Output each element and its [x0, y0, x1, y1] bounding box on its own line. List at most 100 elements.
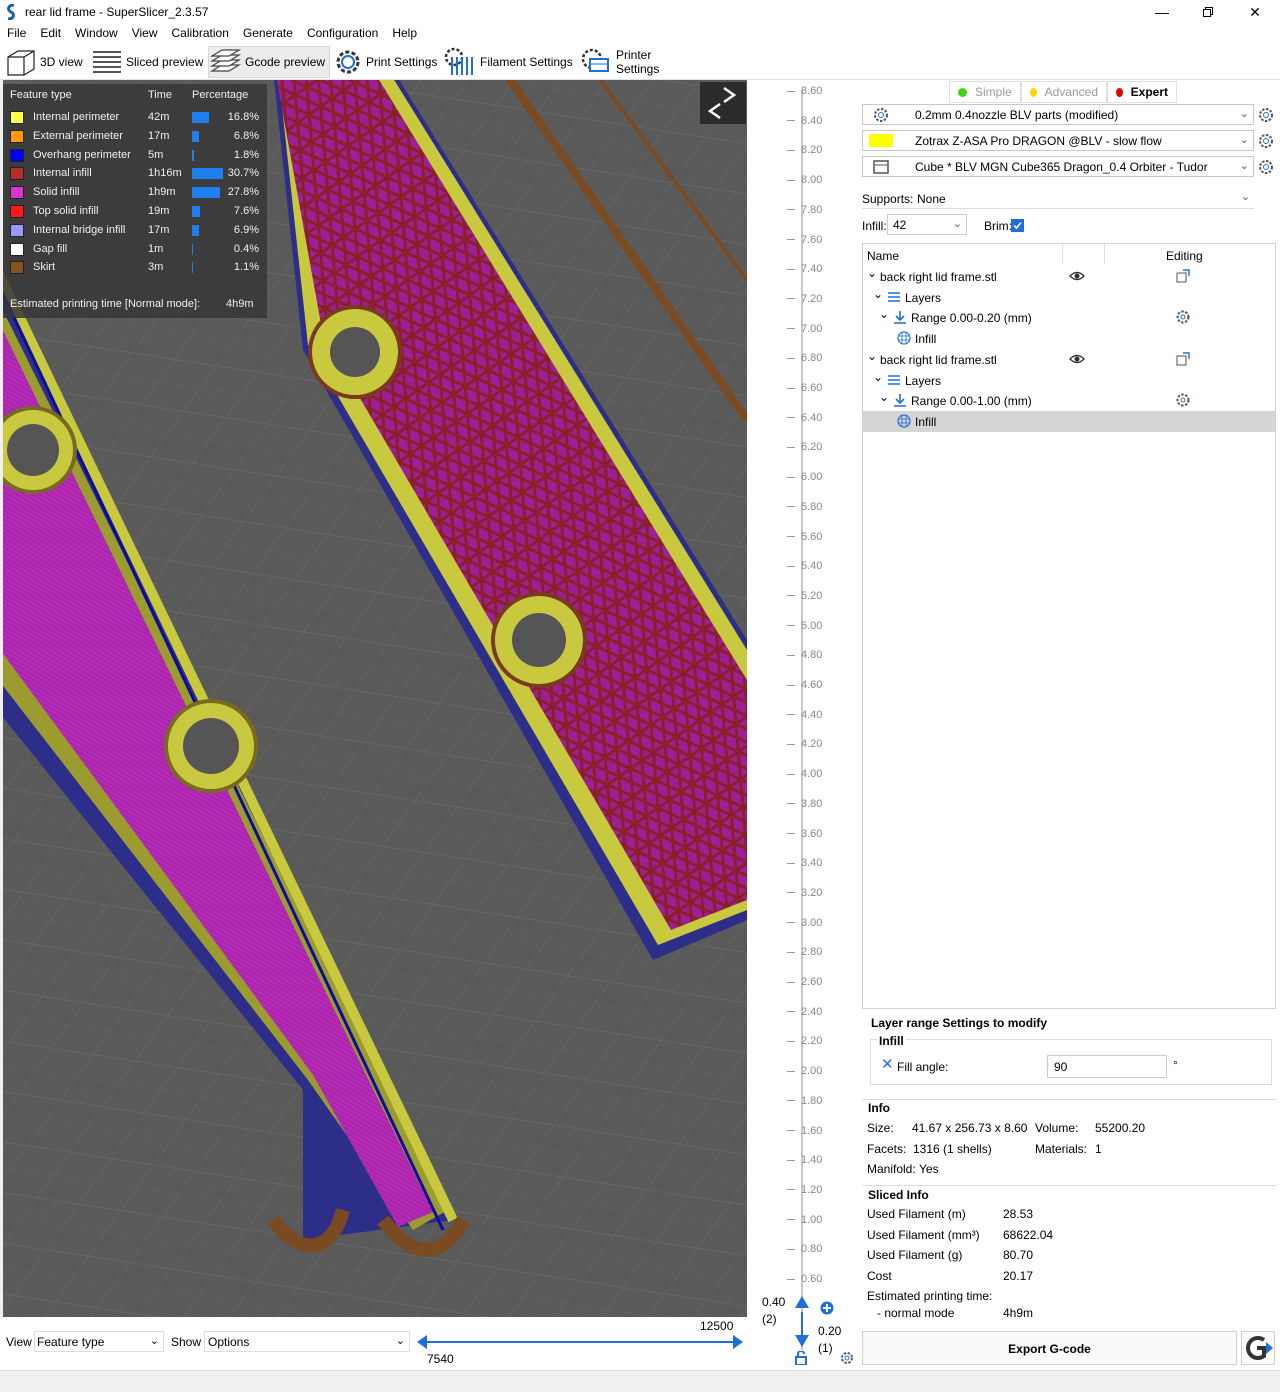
tick-value: 3.00: [801, 916, 823, 929]
mode-advanced-button[interactable]: Advanced: [1021, 81, 1107, 103]
tick-value: 5.60: [801, 530, 823, 543]
mode-simple-button[interactable]: Simple: [949, 81, 1021, 103]
view-type-select[interactable]: Feature type ⌄: [34, 1331, 164, 1352]
print-preset-combo[interactable]: 0.2mm 0.4nozzle BLV parts (modified) ⌄: [862, 104, 1254, 125]
tree-row[interactable]: ⌄ Range 0.00-0.20 (mm): [863, 307, 1275, 328]
chevron-down-icon: ⌄: [1239, 160, 1249, 172]
menu-configuration[interactable]: Configuration: [300, 26, 385, 40]
legend-row[interactable]: External perimeter 17m 6.8%: [3, 127, 267, 146]
eye-icon[interactable]: [1069, 270, 1085, 282]
mode-expert-button[interactable]: Expert: [1107, 81, 1177, 103]
tab-sliced-preview[interactable]: Sliced preview: [92, 46, 204, 78]
legend-row[interactable]: Internal infill 1h16m 30.7%: [3, 164, 267, 183]
tab-print-settings[interactable]: Print Settings: [334, 46, 440, 78]
supports-select[interactable]: Supports: None ⌄: [862, 188, 1254, 209]
tab-3d-view[interactable]: 3D view: [4, 46, 88, 78]
slider-right-thumb-icon[interactable]: [733, 1335, 743, 1349]
lower-thumb-icon[interactable]: [795, 1335, 809, 1347]
chevron-down-icon[interactable]: ⌄: [879, 307, 889, 321]
printer-settings-gear-icon[interactable]: [1258, 159, 1274, 175]
brim-checkbox[interactable]: [1011, 219, 1024, 232]
fill-angle-input[interactable]: 90: [1047, 1055, 1167, 1078]
minimize-icon[interactable]: —: [1139, 0, 1185, 24]
layer-tick-label: 3.60: [787, 828, 847, 840]
printer-preset-combo[interactable]: Cube * BLV MGN Cube365 Dragon_0.4 Orbite…: [862, 156, 1254, 177]
menu-view[interactable]: View: [125, 26, 165, 40]
chevron-down-icon[interactable]: ⌄: [873, 370, 883, 384]
legend-percentage: 1.8%: [233, 148, 259, 161]
tree-row[interactable]: ⌄ back right lid frame.stl: [863, 266, 1275, 287]
layer-tick-label: 8.40: [787, 115, 847, 127]
tab-printer-settings[interactable]: Printer Settings: [580, 46, 698, 78]
menu-window[interactable]: Window: [68, 26, 125, 40]
close-icon[interactable]: ✕: [1232, 0, 1278, 24]
legend-row[interactable]: Overhang perimeter 5m 1.8%: [3, 146, 267, 165]
tick-value: 8.60: [801, 85, 823, 97]
menu-help[interactable]: Help: [385, 26, 424, 40]
legend-row[interactable]: Gap fill 1m 0.4%: [3, 240, 267, 259]
legend-row[interactable]: Skirt 3m 1.1%: [3, 258, 267, 277]
menu-file[interactable]: File: [0, 26, 33, 40]
tab-label: Filament Settings: [480, 55, 573, 69]
legend-row[interactable]: Internal perimeter 42m 16.8%: [3, 108, 267, 127]
menu-generate[interactable]: Generate: [236, 26, 300, 40]
tree-row[interactable]: Infill: [863, 328, 1275, 349]
legend-feature-label: Skirt: [33, 261, 55, 274]
reset-x-icon[interactable]: ✕: [881, 1057, 894, 1072]
volume-value: 55200.20: [1095, 1121, 1146, 1135]
lock-icon[interactable]: [795, 1351, 807, 1365]
tab-label: Gcode preview: [245, 55, 326, 69]
infill-value: 42: [893, 218, 907, 232]
tab-gcode-preview[interactable]: Gcode preview: [208, 46, 330, 78]
horizontal-move-slider[interactable]: [423, 1341, 737, 1343]
layer-slider-panel: 8.60 8.40 8.20 8.00 7.80 7.60 7.40 7.20 7.00 6.80…: [747, 80, 857, 1370]
edit-icon[interactable]: [1176, 352, 1190, 366]
layer-tick-label: 0.60: [787, 1273, 847, 1285]
eye-icon[interactable]: [1069, 353, 1085, 365]
tab-label: 3D view: [40, 55, 83, 69]
gear-icon[interactable]: [1176, 393, 1190, 407]
restore-icon[interactable]: [1185, 0, 1231, 24]
object-list[interactable]: Name Editing ⌄ back right lid frame.stl ⌄ L…: [862, 243, 1276, 1009]
printer-icon: [873, 160, 889, 174]
infill-select[interactable]: 42 ⌄: [887, 214, 967, 235]
tree-row[interactable]: Infill: [863, 410, 1275, 432]
legend-row[interactable]: Solid infill 1h9m 27.8%: [3, 183, 267, 202]
chevron-down-icon[interactable]: ⌄: [879, 390, 889, 404]
show-options-select[interactable]: Options ⌄: [204, 1331, 410, 1352]
legend-row[interactable]: Internal bridge infill 17m 6.9%: [3, 221, 267, 240]
chevron-down-icon[interactable]: ⌄: [867, 266, 877, 280]
sliced-info-value: 20.17: [1003, 1269, 1034, 1284]
tree-row[interactable]: ⌄ Layers: [863, 287, 1275, 308]
print-settings-gear-icon[interactable]: [1258, 107, 1274, 123]
edit-icon[interactable]: [1176, 269, 1190, 283]
filament-settings-gear-icon[interactable]: [1258, 133, 1274, 149]
chevron-down-icon[interactable]: ⌄: [867, 349, 877, 363]
slider-left-thumb-icon[interactable]: [417, 1335, 427, 1349]
tick-value: 2.20: [801, 1035, 823, 1048]
tree-row[interactable]: ⌄ Layers: [863, 370, 1275, 391]
gear-icon[interactable]: [840, 1351, 854, 1365]
gear-icon[interactable]: [1176, 310, 1190, 324]
collapse-sidebar-button[interactable]: [700, 82, 746, 124]
upper-thumb-icon[interactable]: [795, 1296, 809, 1308]
menu-calibration[interactable]: Calibration: [165, 26, 236, 40]
tree-item-label: Infill: [915, 332, 937, 347]
export-gcode-button[interactable]: Export G-code: [862, 1331, 1237, 1365]
tree-row[interactable]: ⌄ Range 0.00-1.00 (mm): [863, 390, 1275, 411]
tree-row[interactable]: ⌄ back right lid frame.stl: [863, 349, 1275, 370]
chevron-down-icon: ⌄: [395, 1335, 405, 1347]
tick-mark: [787, 773, 795, 775]
tab-filament-settings[interactable]: Filament Settings: [444, 46, 576, 78]
add-color-change-icon[interactable]: [820, 1301, 834, 1315]
filament-color-swatch[interactable]: [869, 134, 893, 147]
chevron-down-icon[interactable]: ⌄: [873, 287, 883, 301]
legend-row[interactable]: Top solid infill 19m 7.6%: [3, 202, 267, 221]
tick-value: 6.00: [801, 471, 823, 484]
menu-edit[interactable]: Edit: [33, 26, 68, 40]
filament-preset-combo[interactable]: Zotrax Z-ASA Pro DRAGON @BLV - slow flow…: [862, 130, 1254, 151]
tree-col-editing: Editing: [1166, 249, 1203, 263]
tree-item-label: back right lid frame.stl: [880, 352, 997, 367]
send-to-printer-button[interactable]: [1241, 1331, 1275, 1365]
layer-tick-label: 0.80: [787, 1243, 847, 1255]
